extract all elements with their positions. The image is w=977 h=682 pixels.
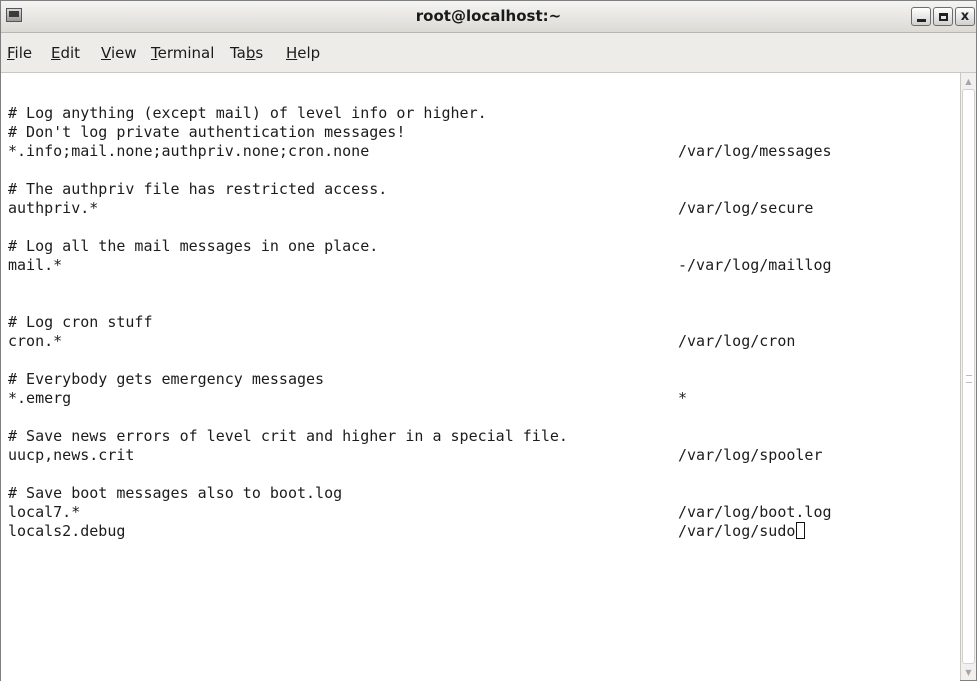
menu-mnemonic: H xyxy=(286,44,298,62)
terminal-line: # Everybody gets emergency messages xyxy=(8,370,568,389)
log-destination-text: /var/log/secure xyxy=(678,199,814,217)
menu-mnemonic: V xyxy=(101,44,111,62)
menu-label-part: dit xyxy=(60,44,81,62)
log-destination: /var/log/secure xyxy=(678,199,813,218)
menu-label-part: Ta xyxy=(230,44,246,62)
terminal-line: # Save news errors of level crit and hig… xyxy=(8,427,568,446)
line-text: *.info;mail.none;authpriv.none;cron.none xyxy=(8,142,370,160)
terminal-line: cron.* /var/log/cron xyxy=(8,332,795,351)
terminal-line: # Log anything (except mail) of level in… xyxy=(8,104,568,123)
terminal-output[interactable]: # Log anything (except mail) of level in… xyxy=(1,73,960,682)
menu-mnemonic: b xyxy=(245,44,256,62)
menu-label-part: erminal xyxy=(157,44,215,62)
close-button[interactable]: x xyxy=(955,7,975,26)
line-text: local7.* xyxy=(8,503,81,521)
terminal-line: # Log all the mail messages in one place… xyxy=(8,237,568,256)
line-text: cron.* xyxy=(8,332,63,350)
log-destination: /var/log/spooler xyxy=(678,446,823,465)
log-destination-text: /var/log/spooler xyxy=(678,446,823,464)
terminal-line: local7.* /var/log/boot.log xyxy=(8,503,832,522)
menu-bar: File Edit View Terminal Tabs Help xyxy=(1,33,976,73)
window-title: root@localhost:~ xyxy=(415,7,562,25)
terminal-line: locals2.debug/var/log/sudo xyxy=(8,522,806,541)
terminal-line: *.emerg * xyxy=(8,389,687,408)
line-text: # Log cron stuff xyxy=(8,313,153,331)
vertical-scrollbar[interactable]: ▲ ▼ xyxy=(960,73,976,680)
menu-item-file[interactable]: File xyxy=(7,44,32,62)
log-destination: /var/log/boot.log xyxy=(678,503,832,522)
terminal-text: # Log anything (except mail) of level in… xyxy=(8,104,832,541)
log-destination: /var/log/cron xyxy=(678,332,795,351)
log-destination: /var/log/messages xyxy=(678,142,832,161)
log-destination-text: /var/log/cron xyxy=(678,332,796,350)
menu-label-part: ile xyxy=(14,44,33,62)
grip-icon xyxy=(966,375,972,383)
line-text: locals2.debug xyxy=(8,522,126,540)
line-text: uucp,news.crit xyxy=(8,446,135,464)
terminal-line: # Don't log private authentication messa… xyxy=(8,123,568,142)
maximize-button[interactable] xyxy=(933,7,953,26)
scrollbar-thumb[interactable] xyxy=(962,89,975,664)
menu-label-part: elp xyxy=(297,44,321,62)
line-text: authpriv.* xyxy=(8,199,99,217)
terminal-line: *.info;mail.none;authpriv.none;cron.none… xyxy=(8,142,832,161)
close-icon: x xyxy=(960,9,970,24)
terminal-window: root@localhost:~ x File Edit View Terminal T… xyxy=(0,0,977,682)
log-destination: -/var/log/maillog xyxy=(678,256,832,275)
line-text: # Log all the mail messages in one place… xyxy=(8,237,379,255)
menu-item-tabs[interactable]: Tabs xyxy=(230,44,263,62)
terminal-line: authpriv.* /var/log/secure xyxy=(8,199,813,218)
line-text: # Don't log private authentication messa… xyxy=(8,123,406,141)
minimize-icon xyxy=(916,19,926,22)
log-destination: /var/log/sudo xyxy=(678,522,806,541)
line-text: # Save news errors of level crit and hig… xyxy=(8,427,568,445)
line-text: *.emerg xyxy=(8,389,72,407)
log-destination-text: /var/log/sudo xyxy=(678,522,796,540)
line-text: # Save boot messages also to boot.log xyxy=(8,484,343,502)
log-destination-text: /var/log/messages xyxy=(678,142,832,160)
menu-mnemonic: F xyxy=(7,44,15,62)
menu-label-part: iew xyxy=(110,44,137,62)
line-text: # The authpriv file has restricted acces… xyxy=(8,180,388,198)
menu-item-view[interactable]: View xyxy=(101,44,137,62)
log-destination-text: /var/log/boot.log xyxy=(678,503,832,521)
line-text: # Log anything (except mail) of level in… xyxy=(8,104,487,122)
minimize-button[interactable] xyxy=(911,7,931,26)
terminal-line: uucp,news.crit/var/log/spooler xyxy=(8,446,823,465)
menu-item-edit[interactable]: Edit xyxy=(51,44,80,62)
menu-label-part: s xyxy=(255,44,264,62)
scroll-up-icon[interactable]: ▲ xyxy=(961,73,976,89)
menu-item-terminal[interactable]: Terminal xyxy=(151,44,214,62)
text-cursor xyxy=(796,522,806,539)
terminal-line: # Save boot messages also to boot.log xyxy=(8,484,568,503)
terminal-line: # The authpriv file has restricted acces… xyxy=(8,180,568,199)
menu-mnemonic: T xyxy=(151,44,158,62)
log-destination: * xyxy=(678,389,687,408)
line-text: mail.* xyxy=(8,256,63,274)
log-destination-text: * xyxy=(678,389,688,407)
maximize-icon xyxy=(938,12,948,21)
terminal-line: mail.* -/var/log/maillog xyxy=(8,256,832,275)
scroll-down-icon[interactable]: ▼ xyxy=(961,664,976,680)
log-destination-text: -/var/log/maillog xyxy=(678,256,832,274)
menu-item-help[interactable]: Help xyxy=(286,44,320,62)
line-text: # Everybody gets emergency messages xyxy=(8,370,325,388)
title-bar[interactable]: root@localhost:~ x xyxy=(1,1,976,33)
terminal-line: # Log cron stuff xyxy=(8,313,568,332)
